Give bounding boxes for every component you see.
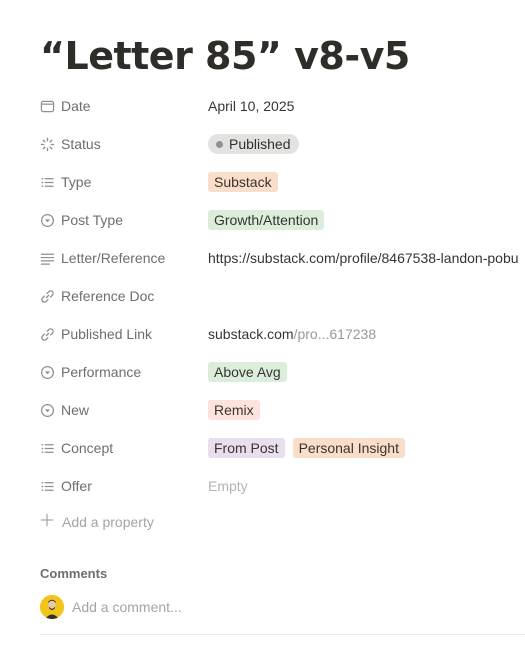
- published-link[interactable]: substack.com/pro...617238: [208, 326, 376, 342]
- property-label: Date: [61, 98, 91, 114]
- comments-heading: Comments: [40, 566, 108, 581]
- property-value-type[interactable]: Substack: [208, 172, 525, 192]
- property-value-letter-reference[interactable]: https://substack.com/profile/8467538-lan…: [208, 250, 525, 266]
- date-value: April 10, 2025: [208, 98, 295, 114]
- property-row-type[interactable]: Type Substack: [40, 163, 525, 201]
- property-label: New: [61, 402, 90, 418]
- divider: [40, 634, 525, 635]
- calendar-icon: [40, 99, 55, 114]
- property-value-performance[interactable]: Above Avg: [208, 362, 525, 382]
- select-icon: [40, 365, 55, 380]
- property-label: Reference Doc: [61, 288, 155, 304]
- comment-composer[interactable]: [40, 595, 372, 619]
- plus-icon: [40, 513, 54, 530]
- property-label: Concept: [61, 440, 114, 456]
- comment-input[interactable]: [72, 599, 372, 615]
- new-tag[interactable]: Remix: [208, 400, 260, 420]
- letter-reference-link[interactable]: https://substack.com/profile/8467538-lan…: [208, 250, 519, 266]
- offer-empty-value: Empty: [208, 478, 248, 494]
- property-name-performance[interactable]: Performance: [40, 364, 208, 380]
- property-value-new[interactable]: Remix: [208, 400, 525, 420]
- property-label: Published Link: [61, 326, 153, 342]
- properties-panel: Date April 10, 2025 Status Published Typ…: [40, 87, 525, 505]
- published-link-domain: substack.com: [208, 326, 294, 342]
- list-icon: [40, 441, 55, 456]
- property-label: Type: [61, 174, 92, 190]
- avatar: [40, 595, 64, 619]
- property-value-status[interactable]: Published: [208, 134, 525, 154]
- performance-tag[interactable]: Above Avg: [208, 362, 287, 382]
- property-row-status[interactable]: Status Published: [40, 125, 525, 163]
- property-name-concept[interactable]: Concept: [40, 440, 208, 456]
- property-label: Offer: [61, 478, 92, 494]
- property-row-new[interactable]: New Remix: [40, 391, 525, 429]
- concept-tag[interactable]: From Post: [208, 438, 285, 458]
- property-value-date[interactable]: April 10, 2025: [208, 98, 525, 114]
- text-lines-icon: [40, 251, 55, 266]
- add-property-label: Add a property: [62, 513, 154, 530]
- select-icon: [40, 213, 55, 228]
- property-row-published-link[interactable]: Published Link substack.com/pro...617238: [40, 315, 525, 353]
- property-name-type[interactable]: Type: [40, 174, 208, 190]
- property-name-new[interactable]: New: [40, 402, 208, 418]
- property-row-post-type[interactable]: Post Type Growth/Attention: [40, 201, 525, 239]
- property-name-published-link[interactable]: Published Link: [40, 326, 208, 342]
- concept-tag[interactable]: Personal Insight: [292, 438, 405, 458]
- property-name-status[interactable]: Status: [40, 136, 208, 152]
- property-name-post-type[interactable]: Post Type: [40, 212, 208, 228]
- property-value-published-link[interactable]: substack.com/pro...617238: [208, 326, 525, 342]
- status-badge[interactable]: Published: [208, 134, 299, 154]
- link-icon: [40, 327, 55, 342]
- property-name-date[interactable]: Date: [40, 98, 208, 114]
- property-row-letter-reference[interactable]: Letter/Reference https://substack.com/pr…: [40, 239, 525, 277]
- property-label: Performance: [61, 364, 142, 380]
- list-icon: [40, 175, 55, 190]
- select-icon: [40, 403, 55, 418]
- published-link-path: /pro...617238: [293, 326, 377, 342]
- property-row-offer[interactable]: Offer Empty: [40, 467, 525, 505]
- status-dot: [216, 140, 223, 148]
- property-label: Post Type: [61, 212, 124, 228]
- property-row-performance[interactable]: Performance Above Avg: [40, 353, 525, 391]
- status-text: Published: [229, 136, 291, 152]
- property-name-letter-reference[interactable]: Letter/Reference: [40, 250, 208, 266]
- property-row-concept[interactable]: Concept From Post Personal Insight: [40, 429, 525, 467]
- list-icon: [40, 479, 55, 494]
- link-icon: [40, 289, 55, 304]
- property-row-date[interactable]: Date April 10, 2025: [40, 87, 525, 125]
- property-name-reference-doc[interactable]: Reference Doc: [40, 288, 208, 304]
- property-value-offer[interactable]: Empty: [208, 478, 525, 494]
- property-label: Letter/Reference: [61, 250, 166, 266]
- property-value-concept[interactable]: From Post Personal Insight: [208, 438, 525, 458]
- property-row-reference-doc[interactable]: Reference Doc: [40, 277, 525, 315]
- type-tag[interactable]: Substack: [208, 172, 278, 192]
- loader-icon: [40, 137, 55, 152]
- property-value-post-type[interactable]: Growth/Attention: [208, 210, 525, 230]
- add-property-button[interactable]: Add a property: [40, 513, 154, 530]
- property-label: Status: [61, 136, 101, 152]
- property-name-offer[interactable]: Offer: [40, 478, 208, 494]
- page-title[interactable]: “Letter 85” v8-v5: [40, 34, 410, 78]
- post-type-tag[interactable]: Growth/Attention: [208, 210, 325, 230]
